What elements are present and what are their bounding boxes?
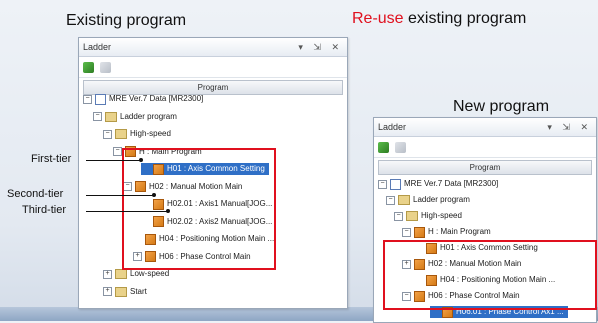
- tree-item-label: MRE Ver.7 Data [MR2300]: [109, 94, 204, 103]
- collapse-icon[interactable]: −: [402, 227, 411, 237]
- tree-item[interactable]: − Ladder program: [93, 111, 181, 123]
- tree-item-label: High-speed: [130, 129, 171, 138]
- folder-icon: [115, 286, 127, 297]
- panel-toolbar: [79, 57, 347, 78]
- collapse-icon[interactable]: −: [113, 147, 122, 156]
- tree-item-label: Start: [130, 286, 147, 296]
- highlight-box-new: [383, 240, 597, 310]
- caption-existing-program: Existing program: [66, 12, 187, 29]
- program-file-icon: [414, 226, 425, 238]
- column-header-program[interactable]: Program: [378, 160, 592, 175]
- highlight-box-existing: [122, 148, 276, 270]
- window-controls[interactable]: ▾ ⇲ ✕: [298, 42, 343, 53]
- panel-title-bar: Ladder ▾ ⇲ ✕: [79, 38, 347, 57]
- folder-icon: [406, 211, 418, 221]
- callout-third-tier: Third-tier: [22, 204, 67, 216]
- collapse-icon[interactable]: −: [83, 94, 92, 104]
- tree-item[interactable]: − MRE Ver.7 Data [MR2300]: [378, 178, 502, 190]
- expand-icon[interactable]: +: [103, 287, 112, 296]
- callout-dot-third: [166, 209, 170, 213]
- callout-line-third: [86, 211, 168, 212]
- collapse-icon[interactable]: −: [394, 211, 403, 221]
- collapse-icon[interactable]: −: [93, 112, 102, 121]
- program-icon[interactable]: [378, 141, 389, 153]
- folder-icon: [115, 269, 127, 279]
- tree-item[interactable]: − H : Main Program: [402, 226, 495, 238]
- caption-new-program: New program: [453, 98, 550, 115]
- callout-dot-second: [152, 193, 156, 197]
- project-data-icon: [95, 93, 106, 105]
- project-data-icon: [390, 178, 401, 190]
- callout-second-tier: Second-tier: [7, 188, 64, 200]
- folder-icon: [398, 195, 410, 205]
- tree-item[interactable]: − MRE Ver.7 Data [MR2300]: [83, 93, 207, 105]
- callout-line-first: [86, 160, 141, 161]
- caption-reuse-highlight: Re-use: [352, 10, 404, 27]
- caption-reuse-rest: existing program: [403, 10, 527, 27]
- tree-item-label: Ladder program: [120, 111, 177, 121]
- collapse-icon[interactable]: −: [378, 179, 387, 189]
- tree-item[interactable]: − High-speed: [103, 128, 175, 140]
- tree-item-label: MRE Ver.7 Data [MR2300]: [404, 179, 499, 188]
- folder-icon: [115, 129, 127, 139]
- tree-item-label: H : Main Program: [428, 227, 491, 236]
- tree-item[interactable]: − High-speed: [394, 210, 466, 222]
- tree-item[interactable]: + Start: [103, 286, 151, 298]
- callout-first-tier: First-tier: [31, 153, 72, 165]
- list-icon[interactable]: [395, 141, 406, 153]
- program-icon[interactable]: [83, 61, 94, 73]
- tree-item[interactable]: − Ladder program: [386, 194, 474, 206]
- panel-title: Ladder: [83, 42, 112, 52]
- collapse-icon[interactable]: −: [386, 195, 395, 205]
- panel-title-bar: Ladder ▾ ⇲ ✕: [374, 118, 596, 137]
- callout-dot-first: [139, 158, 143, 162]
- expand-icon[interactable]: +: [103, 269, 112, 279]
- panel-toolbar: [374, 137, 596, 158]
- callout-line-second: [86, 195, 154, 196]
- window-controls[interactable]: ▾ ⇲ ✕: [547, 122, 592, 133]
- tree-item-label: High-speed: [421, 211, 462, 220]
- collapse-icon[interactable]: −: [103, 129, 112, 139]
- folder-icon: [105, 111, 117, 122]
- caption-reuse: Re-use existing program: [352, 10, 526, 28]
- panel-title: Ladder: [378, 122, 407, 132]
- tree-item-label: Ladder program: [413, 195, 470, 204]
- list-icon[interactable]: [100, 61, 111, 73]
